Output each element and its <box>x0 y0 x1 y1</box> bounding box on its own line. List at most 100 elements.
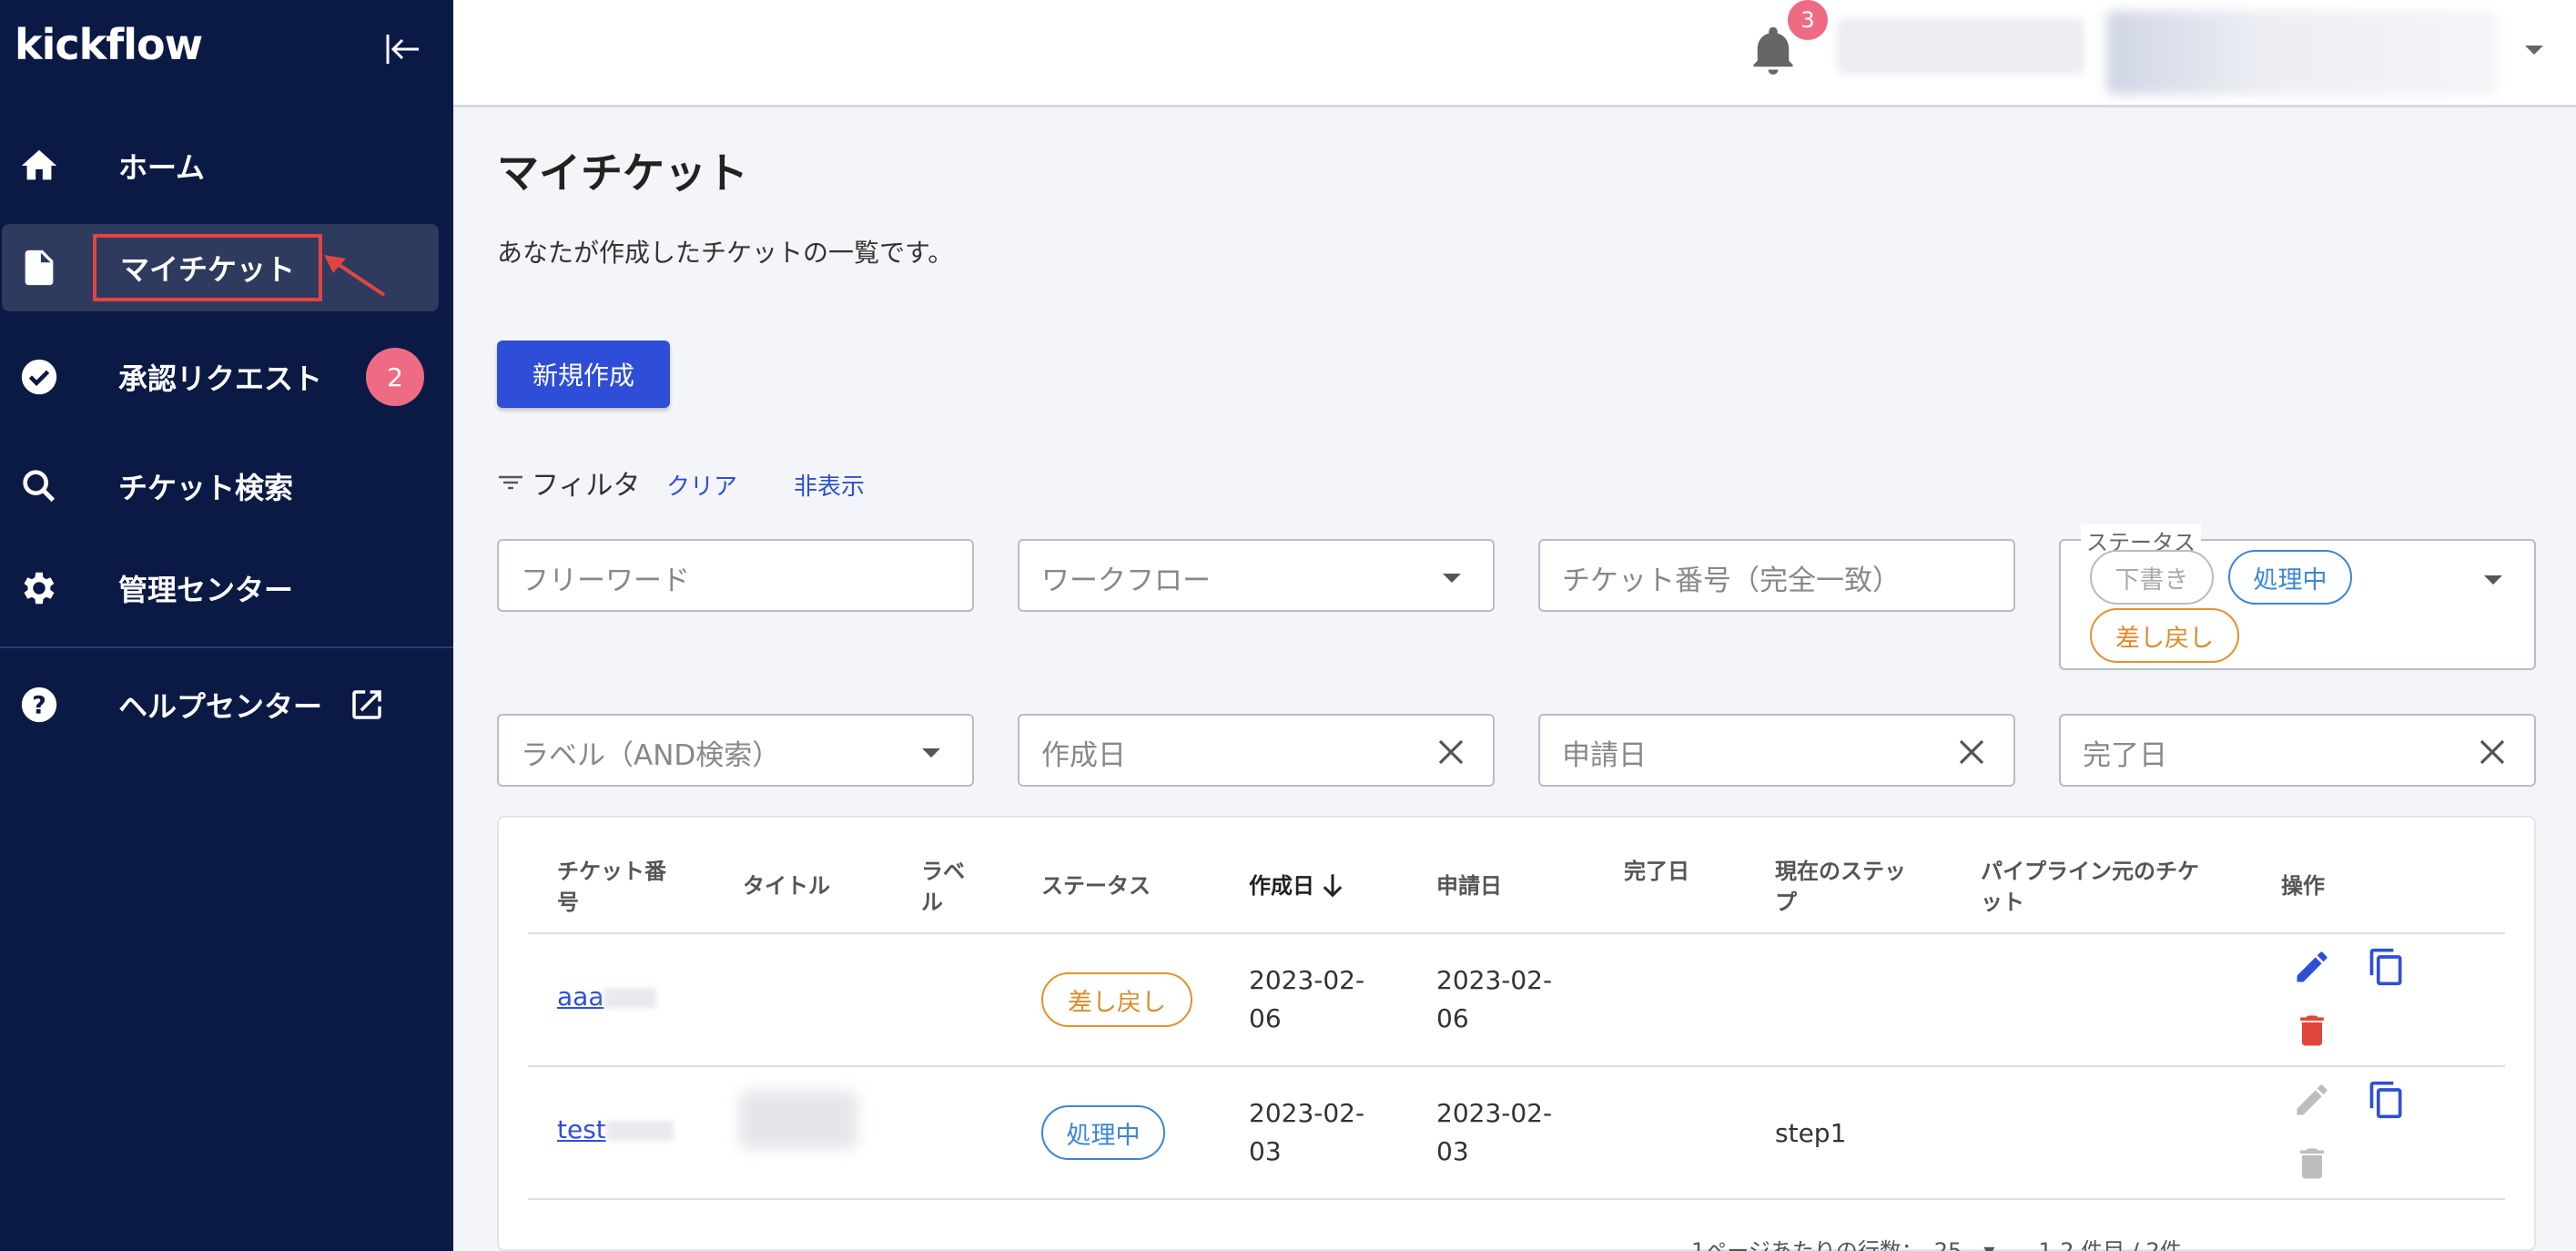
sidebar-item-approval-requests[interactable]: 承認リクエスト 2 <box>2 333 439 421</box>
workflow-placeholder: ワークフロー <box>1041 564 1211 597</box>
ticket-link-text: test <box>557 1114 606 1144</box>
sidebar-item-label: チケット検索 <box>118 471 294 505</box>
sidebar-item-label: ヘルプセンター <box>118 689 323 724</box>
freeword-placeholder: フリーワード <box>521 564 690 597</box>
sidebar-item-admin-center[interactable]: 管理センター <box>2 544 439 632</box>
col-pipeline-source[interactable]: パイプライン元のチケ ット <box>1981 856 2199 918</box>
status-chip-processing[interactable]: 処理中 <box>2228 550 2352 605</box>
chevron-down-icon <box>2484 575 2502 585</box>
completed-date-input[interactable]: 完了日 <box>2059 714 2536 787</box>
sidebar-item-help-center[interactable]: ? ヘルプセンター <box>2 661 439 748</box>
created-date: 2023-02- 06 <box>1249 965 1365 1033</box>
status-chip-draft[interactable]: 下書き <box>2090 550 2214 605</box>
sort-down-arrow-icon <box>1323 874 1343 898</box>
gear-icon <box>24 572 55 605</box>
check-circle-icon <box>21 359 57 395</box>
kickflow-logo[interactable]: kickflow <box>15 20 203 69</box>
filter-clear-link[interactable]: クリア <box>666 468 737 502</box>
applied-date: 2023-02- 03 <box>1436 1098 1553 1166</box>
filter-label: フィルタ <box>532 470 641 502</box>
applied-date: 2023-02- 06 <box>1436 965 1553 1033</box>
label-select[interactable]: ラベル（AND検索） <box>497 714 974 787</box>
page-title: マイチケット <box>497 148 748 198</box>
filter-toggle[interactable]: フィルタ <box>497 463 640 503</box>
blurred-org-name <box>1837 18 2084 75</box>
sidebar-item-label: 管理センター <box>118 573 294 607</box>
col-title[interactable]: タイトル <box>743 870 830 901</box>
edit-icon <box>2297 1084 2328 1115</box>
col-current-step[interactable]: 現在のステッ プ <box>1775 856 1906 918</box>
blurred-ticket-id <box>605 1121 674 1141</box>
sidebar-item-ticket-search[interactable]: チケット検索 <box>2 442 439 530</box>
ticket-number-placeholder: チケット番号（完全一致） <box>1562 564 1901 597</box>
copy-icon[interactable] <box>2367 1080 2407 1120</box>
completed-date-placeholder: 完了日 <box>2083 739 2167 772</box>
edit-icon[interactable] <box>2292 947 2332 987</box>
ticket-number-input[interactable]: チケット番号（完全一致） <box>1538 539 2015 612</box>
ticket-link[interactable]: test <box>557 1114 674 1144</box>
col-ticket-number[interactable]: チケット番 号 <box>557 856 666 918</box>
col-actions: 操作 <box>2281 873 2325 899</box>
sidebar-item-home[interactable]: ホーム <box>2 122 439 209</box>
col-applied[interactable]: 申請日 <box>1436 870 1502 901</box>
copy-icon[interactable] <box>2367 947 2407 987</box>
clear-icon[interactable] <box>2478 737 2507 767</box>
collapse-sidebar-icon[interactable] <box>380 27 424 71</box>
svg-text:?: ? <box>32 692 46 720</box>
col-completed[interactable]: 完了日 <box>1624 856 1689 887</box>
blurred-title <box>739 1091 857 1149</box>
applied-date-placeholder: 申請日 <box>1562 739 1647 772</box>
created-date-placeholder: 作成日 <box>1041 739 1126 772</box>
status-badge: 差し戻し <box>1041 972 1192 1027</box>
home-icon <box>21 149 57 180</box>
document-icon <box>25 249 54 286</box>
delete-icon[interactable] <box>2292 1011 2332 1051</box>
chevron-down-icon[interactable] <box>2521 40 2547 58</box>
new-ticket-button[interactable]: 新規作成 <box>497 341 670 408</box>
ticket-link[interactable]: aaa <box>557 981 657 1012</box>
applied-date-input[interactable]: 申請日 <box>1538 714 2015 787</box>
notification-count-badge: 3 <box>1788 0 1828 40</box>
external-link-icon <box>352 690 381 719</box>
created-date: 2023-02- 03 <box>1249 1098 1365 1166</box>
chevron-down-icon <box>922 748 940 758</box>
page-description: あなたが作成したチケットの一覧です。 <box>497 238 954 268</box>
sidebar-item-label: 承認リクエスト <box>118 361 323 396</box>
status-select[interactable]: ステータス 下書き 処理中 差し戻し <box>2059 524 2536 670</box>
created-date-input[interactable]: 作成日 <box>1018 714 1495 787</box>
approval-count-badge: 2 <box>366 348 424 406</box>
row-divider <box>528 1065 2505 1067</box>
search-icon <box>23 470 56 503</box>
chevron-down-icon <box>1443 574 1461 583</box>
filter-hide-link[interactable]: 非表示 <box>794 468 865 502</box>
workflow-select[interactable]: ワークフロー <box>1018 539 1495 612</box>
filter-icon <box>499 475 522 490</box>
col-created[interactable]: 作成日 <box>1249 870 1345 901</box>
delete-icon <box>2300 1148 2324 1179</box>
clear-icon[interactable] <box>1957 737 1986 767</box>
freeword-input[interactable]: フリーワード <box>497 539 974 612</box>
sidebar-item-label: ホーム <box>118 150 206 185</box>
pagination[interactable]: 1ページあたりの行数： 25 ▾ 1-2 件目 / 2件 <box>1691 1233 2182 1251</box>
sidebar: kickflow ホーム マイチケット 承認リクエスト 2 チケット検索 管理セ… <box>0 0 453 1251</box>
ticket-table: チケット番 号 タイトル ラベ ル ステータス 作成日 申請日 完了日 現在のス… <box>497 816 2536 1251</box>
blurred-ticket-id <box>603 988 657 1008</box>
col-created-label: 作成日 <box>1249 873 1314 899</box>
notification-bell-icon[interactable] <box>1749 25 1797 76</box>
ticket-link-text: aaa <box>557 981 604 1012</box>
current-step: step1 <box>1775 1118 1847 1148</box>
sidebar-item-label: マイチケット <box>93 234 323 301</box>
top-header: 3 <box>453 0 2576 107</box>
blurred-user-menu[interactable] <box>2106 11 2498 95</box>
col-label[interactable]: ラベ ル <box>921 856 965 918</box>
clear-icon[interactable] <box>1436 737 1465 767</box>
annotation-arrow-icon <box>324 255 386 297</box>
help-icon: ? <box>21 687 57 723</box>
col-status[interactable]: ステータス <box>1041 870 1151 901</box>
row-divider <box>528 1198 2505 1200</box>
label-placeholder: ラベル（AND検索） <box>521 739 781 772</box>
sidebar-divider <box>0 646 453 648</box>
row-divider <box>528 932 2505 934</box>
status-badge: 処理中 <box>1041 1105 1165 1160</box>
status-chip-returned[interactable]: 差し戻し <box>2090 608 2239 663</box>
